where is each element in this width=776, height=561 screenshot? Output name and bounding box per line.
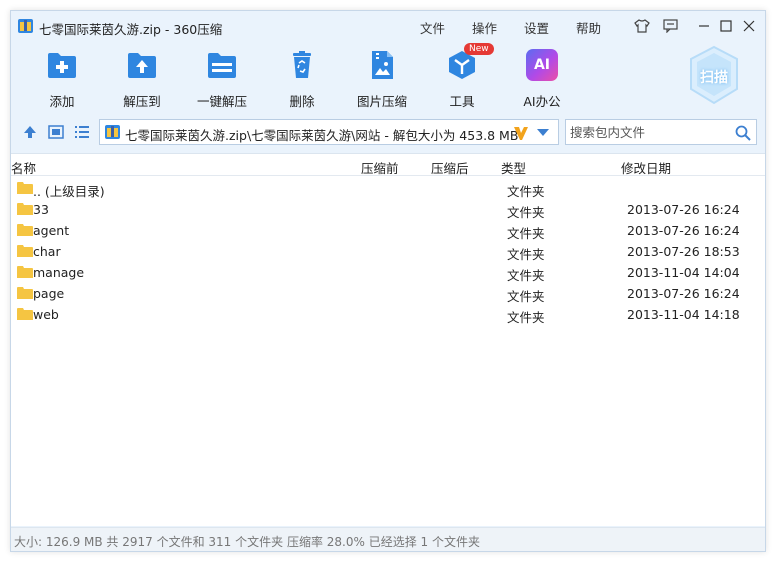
one-click-extract-label: 一键解压 xyxy=(196,94,247,109)
row-name: 33 xyxy=(33,202,49,217)
row-name: .. (上级目录) xyxy=(33,184,105,199)
close-icon xyxy=(743,20,755,32)
scan-label: 扫描 xyxy=(700,70,728,86)
image-compress-label: 图片压缩 xyxy=(356,94,407,109)
table-row[interactable]: web 文件夹 2013-11-04 14:18 xyxy=(11,304,765,325)
add-label: 添加 xyxy=(49,94,75,109)
menu-help[interactable]: 帮助 xyxy=(576,18,601,37)
row-name: page xyxy=(33,286,65,301)
v-badge-icon[interactable] xyxy=(512,124,530,142)
folder-icon xyxy=(17,203,33,215)
minimize-button[interactable] xyxy=(695,17,713,35)
table-row[interactable]: char 文件夹 2013-07-26 18:53 xyxy=(11,241,765,262)
row-type: 文件夹 xyxy=(507,226,545,241)
list-view-icon[interactable] xyxy=(73,123,91,141)
skin-button[interactable] xyxy=(633,17,651,35)
folder-icon xyxy=(17,182,33,194)
tools-label: 工具 xyxy=(449,94,475,109)
column-modified[interactable]: 修改日期 xyxy=(621,158,671,177)
row-date: 2013-07-26 16:24 xyxy=(627,202,740,217)
row-name: agent xyxy=(33,223,70,238)
row-date: 2013-07-26 16:24 xyxy=(627,286,740,301)
search-icon[interactable] xyxy=(734,124,752,142)
row-type: 文件夹 xyxy=(507,310,545,325)
chevron-down-icon[interactable] xyxy=(537,129,549,136)
column-type[interactable]: 类型 xyxy=(501,158,526,177)
address-bar: 七零国际莱茵久游.zip\七零国际莱茵久游\网站 - 解包大小为 453.8 M… xyxy=(11,117,765,147)
row-name: char xyxy=(33,244,61,259)
address-field[interactable]: 七零国际莱茵久游.zip\七零国际莱茵久游\网站 - 解包大小为 453.8 M… xyxy=(99,119,559,145)
row-type: 文件夹 xyxy=(507,289,545,304)
new-badge: New xyxy=(464,43,494,55)
extract-to-label: 解压到 xyxy=(123,94,161,109)
toolbar: 添加 解压到 一键解压 删除 图片压缩 New 工具 AI AI办公 扫描 xyxy=(11,43,765,113)
menu-operate[interactable]: 操作 xyxy=(472,18,497,37)
table-row[interactable]: agent 文件夹 2013-07-26 16:24 xyxy=(11,220,765,241)
up-arrow-icon[interactable] xyxy=(21,123,39,141)
table-row[interactable]: 33 文件夹 2013-07-26 16:24 xyxy=(11,199,765,220)
table-row[interactable]: manage 文件夹 2013-11-04 14:04 xyxy=(11,262,765,283)
status-bar: 大小: 126.9 MB 共 2917 个文件和 311 个文件夹 压缩率 28… xyxy=(11,527,765,551)
window-title: 七零国际莱茵久游.zip - 360压缩 xyxy=(39,22,223,37)
ai-office-button[interactable]: AI AI办公 xyxy=(502,43,582,111)
folder-icon xyxy=(17,224,33,236)
row-date: 2013-07-26 16:24 xyxy=(627,223,740,238)
folder-icon xyxy=(17,308,33,320)
recycle-bin-icon xyxy=(293,51,311,78)
delete-button[interactable]: 删除 xyxy=(262,43,342,111)
row-date: 2013-11-04 14:04 xyxy=(627,265,740,280)
row-name: web xyxy=(33,307,59,322)
message-icon xyxy=(662,19,678,33)
tools-button[interactable]: New 工具 xyxy=(422,43,502,111)
table-row[interactable]: .. (上级目录) 文件夹 xyxy=(11,178,765,199)
feedback-button[interactable] xyxy=(661,17,679,35)
shirt-icon xyxy=(634,19,650,33)
add-button[interactable]: 添加 xyxy=(22,43,102,111)
add-folder-icon xyxy=(48,53,76,78)
one-click-extract-icon xyxy=(208,53,236,78)
thumbnail-view-icon[interactable] xyxy=(47,123,65,141)
maximize-icon xyxy=(720,20,732,32)
archive-app-icon xyxy=(18,19,33,33)
delete-label: 删除 xyxy=(289,94,315,109)
list-header: 名称 压缩前 压缩后 类型 修改日期 xyxy=(11,154,765,176)
column-compressed-before[interactable]: 压缩前 xyxy=(361,158,399,177)
scan-button[interactable]: 扫描 xyxy=(687,45,741,107)
column-name[interactable]: 名称 xyxy=(11,158,36,177)
minimize-icon xyxy=(699,25,709,27)
one-click-extract-button[interactable]: 一键解压 xyxy=(182,43,262,111)
folder-icon xyxy=(17,245,33,257)
ai-icon: AI xyxy=(526,49,558,81)
row-type: 文件夹 xyxy=(507,268,545,283)
app-window: 七零国际莱茵久游.zip - 360压缩 文件 操作 设置 帮助 添加 解压到 … xyxy=(10,10,766,552)
search-box[interactable] xyxy=(565,119,757,145)
menu-file[interactable]: 文件 xyxy=(420,18,445,37)
row-date: 2013-07-26 18:53 xyxy=(627,244,740,259)
row-type: 文件夹 xyxy=(507,247,545,262)
row-type: 文件夹 xyxy=(507,184,545,199)
image-compress-button[interactable]: 图片压缩 xyxy=(342,43,422,111)
close-button[interactable] xyxy=(740,17,758,35)
address-path: 七零国际莱茵久游.zip\七零国际莱茵久游\网站 - 解包大小为 453.8 M… xyxy=(125,128,519,143)
status-text: 大小: 126.9 MB 共 2917 个文件和 311 个文件夹 压缩率 28… xyxy=(14,535,480,549)
image-file-icon xyxy=(372,51,393,79)
folder-icon xyxy=(17,266,33,278)
menu-settings[interactable]: 设置 xyxy=(524,18,549,37)
maximize-button[interactable] xyxy=(717,17,735,35)
row-date: 2013-11-04 14:18 xyxy=(627,307,740,322)
file-list: 名称 压缩前 压缩后 类型 修改日期 .. (上级目录) 文件夹 33 文件夹 … xyxy=(11,153,765,526)
ai-office-label: AI办公 xyxy=(523,94,561,109)
archive-path-icon xyxy=(105,125,120,139)
folder-icon xyxy=(17,287,33,299)
table-row[interactable]: page 文件夹 2013-07-26 16:24 xyxy=(11,283,765,304)
title-bar: 七零国际莱茵久游.zip - 360压缩 文件 操作 设置 帮助 xyxy=(11,11,765,41)
extract-folder-icon xyxy=(128,53,156,78)
column-compressed-after[interactable]: 压缩后 xyxy=(431,158,469,177)
ai-icon-text: AI xyxy=(533,57,551,73)
row-name: manage xyxy=(33,265,85,280)
extract-to-button[interactable]: 解压到 xyxy=(102,43,182,111)
row-type: 文件夹 xyxy=(507,205,545,220)
search-input[interactable] xyxy=(566,120,731,144)
